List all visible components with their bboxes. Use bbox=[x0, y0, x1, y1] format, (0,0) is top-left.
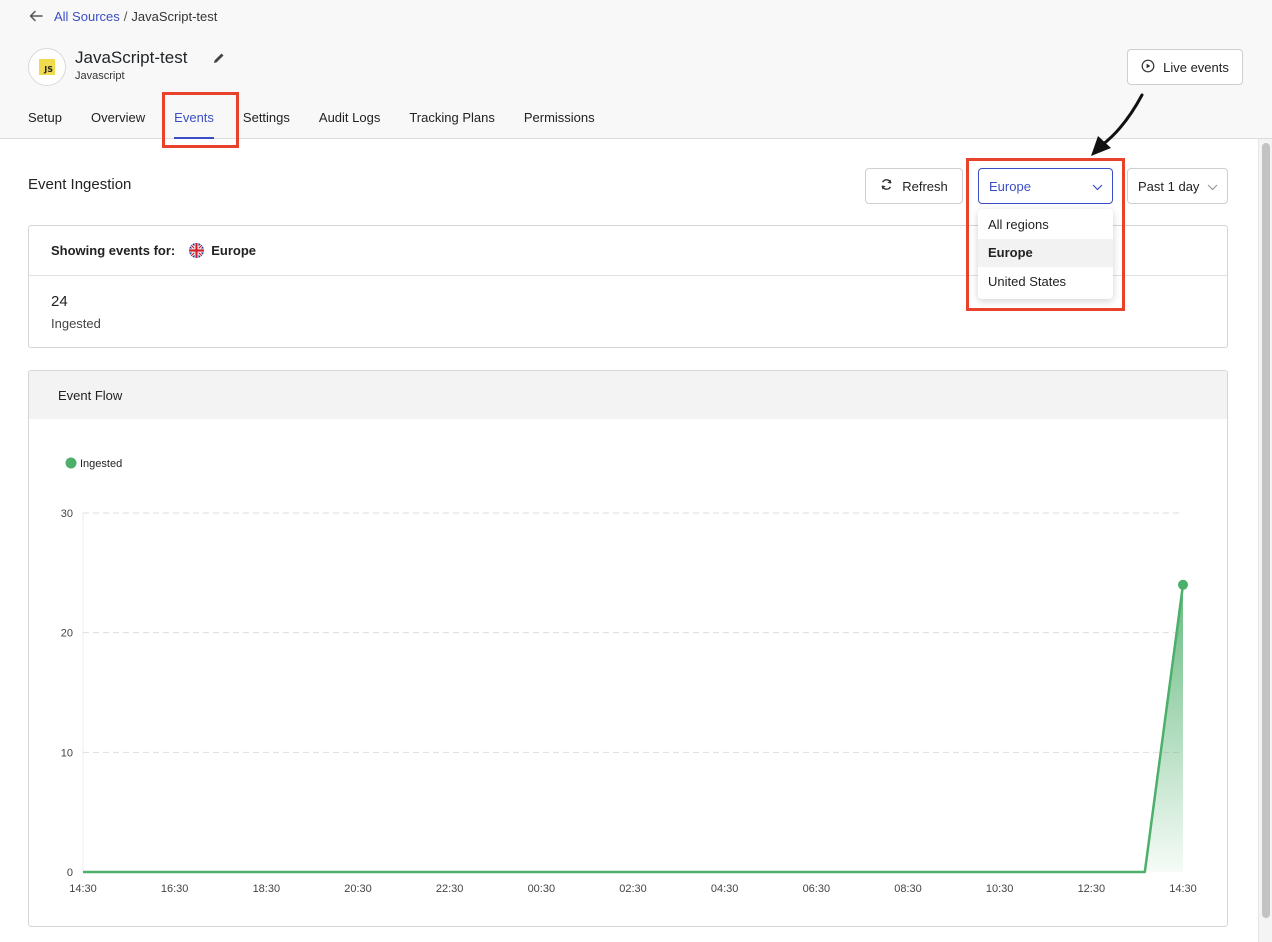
breadcrumb-separator: / bbox=[123, 8, 128, 24]
eu-flag-icon bbox=[189, 243, 205, 258]
region-select[interactable]: Europe bbox=[978, 168, 1113, 204]
x-tick-label: 22:30 bbox=[436, 883, 464, 895]
tab-events[interactable]: Events bbox=[174, 108, 214, 139]
event-flow-card: Event Flow Ingested 0 10 20 30 14:30 16:30 18:… bbox=[28, 370, 1228, 927]
x-tick-label: 08:30 bbox=[894, 883, 922, 895]
x-tick-label: 10:30 bbox=[986, 883, 1014, 895]
tab-bar: Setup Overview Events Settings Audit Log… bbox=[28, 108, 595, 139]
x-tick-label: 16:30 bbox=[161, 883, 189, 895]
x-tick-label: 06:30 bbox=[803, 883, 831, 895]
breadcrumb-current: JavaScript-test bbox=[131, 8, 218, 24]
live-events-label: Live events bbox=[1163, 59, 1229, 75]
region-dropdown-menu: All regions Europe United States bbox=[978, 209, 1113, 299]
tab-permissions[interactable]: Permissions bbox=[524, 108, 595, 139]
source-title: JavaScript-test bbox=[75, 48, 188, 67]
ingested-count: 24 bbox=[51, 293, 68, 310]
source-logo: JS bbox=[28, 48, 66, 86]
tab-overview[interactable]: Overview bbox=[91, 108, 145, 139]
x-tick-label: 14:30 bbox=[69, 883, 97, 895]
chevron-down-icon bbox=[1207, 179, 1218, 194]
ingested-line bbox=[83, 584, 1185, 874]
y-tick-label: 30 bbox=[61, 508, 73, 520]
x-tick-label: 12:30 bbox=[1078, 883, 1106, 895]
breadcrumb: All Sources / JavaScript-test bbox=[28, 8, 217, 24]
refresh-button[interactable]: Refresh bbox=[865, 168, 963, 204]
refresh-icon bbox=[880, 178, 893, 194]
period-selected-value: Past 1 day bbox=[1138, 178, 1200, 194]
live-events-button[interactable]: Live events bbox=[1127, 49, 1243, 85]
javascript-logo-icon: JS bbox=[39, 59, 55, 75]
pencil-edit-icon[interactable] bbox=[212, 51, 226, 65]
summary-region-value: Europe bbox=[211, 243, 257, 258]
event-ingestion-title: Event Ingestion bbox=[28, 176, 132, 193]
showing-events-label: Showing events for: bbox=[51, 243, 176, 258]
legend-ingested-label: Ingested bbox=[80, 458, 122, 470]
x-tick-label: 14:30 bbox=[1169, 883, 1197, 895]
tab-settings[interactable]: Settings bbox=[243, 108, 290, 139]
breadcrumb-all-sources-link[interactable]: All Sources bbox=[54, 9, 120, 24]
event-flow-chart: Ingested 0 10 20 30 14:30 16:30 18:30 20:30 22:3… bbox=[61, 457, 1197, 895]
source-type: Javascript bbox=[75, 70, 125, 82]
play-circle-icon bbox=[1141, 59, 1155, 76]
region-selected-value: Europe bbox=[989, 178, 1031, 194]
tab-tracking-plans[interactable]: Tracking Plans bbox=[409, 108, 495, 139]
ingested-area bbox=[83, 584, 1183, 872]
period-select[interactable]: Past 1 day bbox=[1127, 168, 1228, 204]
pointer-arrow-annotation bbox=[1091, 93, 1144, 156]
ingested-count-label: Ingested bbox=[51, 316, 101, 331]
legend-ingested-marker bbox=[65, 457, 77, 469]
ingested-point bbox=[1178, 579, 1188, 590]
tab-setup[interactable]: Setup bbox=[28, 108, 62, 139]
scrollbar-thumb[interactable] bbox=[1262, 143, 1270, 918]
x-tick-label: 00:30 bbox=[528, 883, 556, 895]
back-arrow-icon[interactable] bbox=[28, 8, 46, 24]
y-tick-label: 20 bbox=[61, 628, 73, 640]
tab-audit-logs[interactable]: Audit Logs bbox=[319, 108, 380, 139]
x-tick-label: 18:30 bbox=[253, 883, 281, 895]
region-option-europe[interactable]: Europe bbox=[978, 238, 1113, 268]
region-option-united-states[interactable]: United States bbox=[978, 267, 1113, 296]
y-tick-label: 0 bbox=[67, 867, 73, 879]
x-tick-label: 04:30 bbox=[711, 883, 739, 895]
region-option-all-regions[interactable]: All regions bbox=[978, 210, 1113, 239]
refresh-label: Refresh bbox=[902, 178, 948, 194]
x-tick-label: 02:30 bbox=[619, 883, 647, 895]
x-tick-label: 20:30 bbox=[344, 883, 372, 895]
y-tick-label: 10 bbox=[61, 747, 73, 759]
chevron-down-icon bbox=[1092, 179, 1103, 194]
